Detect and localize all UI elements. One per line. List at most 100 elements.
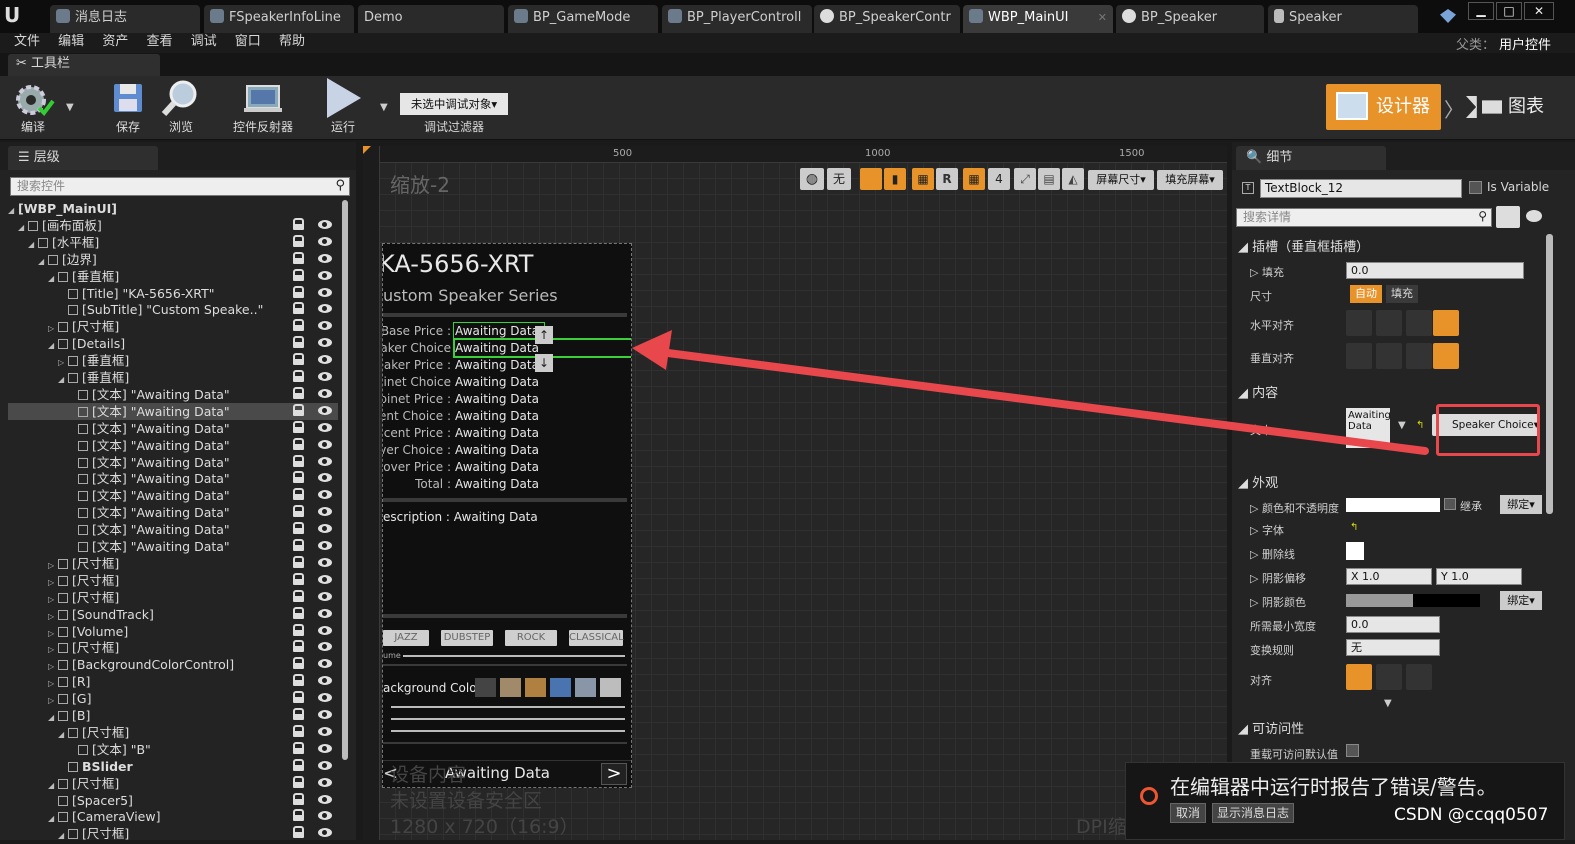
tree-row[interactable]: ▷ [尺寸框] xyxy=(8,318,338,335)
lock-icon[interactable] xyxy=(293,522,304,535)
lock-icon[interactable] xyxy=(293,285,304,298)
menu-file[interactable]: 文件 xyxy=(14,34,40,49)
widget-name-field[interactable]: TextBlock_12 xyxy=(1260,179,1462,198)
visibility-eye-icon[interactable] xyxy=(318,693,332,703)
visibility-eye-icon[interactable] xyxy=(318,473,332,483)
tree-row[interactable]: ◢ [垂直框] xyxy=(8,369,338,386)
size-fill-button[interactable]: 填充 xyxy=(1386,285,1418,303)
tree-row[interactable]: [文本] "Awaiting Data" xyxy=(8,487,338,504)
lock-icon[interactable] xyxy=(293,758,304,771)
lock-icon[interactable] xyxy=(293,251,304,264)
tree-row[interactable]: ▷ [尺寸框] xyxy=(8,572,338,589)
lock-icon[interactable] xyxy=(293,420,304,433)
designer-mode-button[interactable]: 设计器 xyxy=(1326,84,1441,130)
lock-icon[interactable] xyxy=(293,724,304,737)
tab-demo[interactable]: Demo xyxy=(358,5,504,33)
run-options-chevron-icon[interactable]: ▼ xyxy=(380,102,388,113)
lock-icon[interactable]: ▮ xyxy=(884,168,906,190)
lock-icon[interactable] xyxy=(293,775,304,788)
lock-icon[interactable] xyxy=(293,691,304,704)
expand-more-chevron-icon[interactable]: ▼ xyxy=(1384,698,1392,709)
menu-asset[interactable]: 资产 xyxy=(102,34,128,49)
lock-icon[interactable] xyxy=(293,471,304,484)
visibility-eye-icon[interactable] xyxy=(318,422,332,432)
lock-icon[interactable] xyxy=(293,217,304,230)
lock-icon[interactable] xyxy=(293,606,304,619)
close-window-button[interactable]: ✕ xyxy=(1524,2,1554,20)
justify-left-icon[interactable] xyxy=(1346,664,1372,690)
visibility-eye-icon[interactable] xyxy=(318,777,332,787)
visibility-eye-icon[interactable] xyxy=(318,676,332,686)
visibility-eye-icon[interactable] xyxy=(318,304,332,314)
tab-bp-gamemode[interactable]: BP_GameMode xyxy=(508,5,658,33)
details-tab[interactable]: 🔍 细节 xyxy=(1236,146,1386,170)
lock-icon[interactable] xyxy=(293,268,304,281)
justify-center-icon[interactable] xyxy=(1376,664,1402,690)
tree-row[interactable]: ◢ [画布面板] xyxy=(8,217,338,234)
lock-icon[interactable] xyxy=(293,336,304,349)
tree-row[interactable]: BSlider xyxy=(8,758,338,775)
lock-icon[interactable] xyxy=(293,792,304,805)
tab-bp-playercontroller[interactable]: BP_PlayerControll xyxy=(662,5,812,33)
shadow-color-swatch[interactable] xyxy=(1346,594,1480,607)
lock-icon[interactable] xyxy=(293,826,304,839)
color-swatch-button[interactable] xyxy=(500,678,521,697)
tree-row[interactable]: [文本] "B" xyxy=(8,741,338,758)
hierarchy-search-input[interactable]: 搜索控件 ⚲ xyxy=(10,177,350,196)
transform-dropdown[interactable]: 无 xyxy=(1346,639,1440,656)
tree-row[interactable]: [SubTitle] "Custom Speake.." xyxy=(8,301,338,318)
view-options-eye-icon[interactable] xyxy=(1526,210,1542,222)
visibility-eye-icon[interactable] xyxy=(318,591,332,601)
graph-mode-button[interactable]: 图表 xyxy=(1462,86,1562,128)
details-scrollbar[interactable] xyxy=(1546,234,1553,514)
lock-icon[interactable] xyxy=(293,741,304,754)
lock-icon[interactable] xyxy=(293,674,304,687)
debug-object-select[interactable]: 未选中调试对象▾ xyxy=(400,93,508,115)
color-swatch[interactable] xyxy=(1346,498,1440,512)
lock-icon[interactable] xyxy=(293,386,304,399)
tree-row[interactable]: [Spacer5] xyxy=(8,792,338,809)
tree-row[interactable]: ▷ [尺寸框] xyxy=(8,555,338,572)
next-arrow-button[interactable]: > xyxy=(601,763,627,785)
image-icon[interactable]: ▤ xyxy=(1038,168,1060,190)
tree-row[interactable]: [文本] "Awaiting Data" xyxy=(8,521,338,538)
expand-arrow-icon[interactable]: ◢ xyxy=(58,827,68,844)
visibility-eye-icon[interactable] xyxy=(318,456,332,466)
lock-icon[interactable] xyxy=(293,370,304,382)
reset-arrow-icon[interactable]: ↰ xyxy=(1350,522,1358,533)
compile-options-chevron-icon[interactable]: ▼ xyxy=(66,102,74,113)
tree-row[interactable]: ◢ [Details] xyxy=(8,335,338,352)
menu-edit[interactable]: 编辑 xyxy=(58,34,84,49)
lock-icon[interactable] xyxy=(293,708,304,720)
outline-toggle-icon[interactable] xyxy=(860,168,882,190)
is-variable-checkbox[interactable] xyxy=(1469,181,1482,194)
b-slider[interactable] xyxy=(391,730,625,732)
pivot-icon[interactable]: ◭ xyxy=(1062,168,1084,190)
size-auto-button[interactable]: 自动 xyxy=(1350,285,1382,303)
details-search-input[interactable]: 搜索详情 ⚲ xyxy=(1236,208,1492,227)
visibility-eye-icon[interactable] xyxy=(318,405,332,415)
close-tab-icon[interactable]: ✕ xyxy=(1098,5,1107,31)
shadow-offset-y-field[interactable]: Y 1.0 xyxy=(1436,568,1522,585)
visibility-eye-icon[interactable] xyxy=(318,794,332,804)
g-slider[interactable] xyxy=(391,718,625,720)
visibility-eye-icon[interactable] xyxy=(318,608,332,618)
lock-icon[interactable] xyxy=(293,555,304,568)
browse-button[interactable]: 浏览 xyxy=(160,78,202,135)
lock-icon[interactable] xyxy=(293,572,304,585)
lock-icon[interactable] xyxy=(293,302,304,315)
visibility-eye-icon[interactable] xyxy=(318,372,332,381)
tree-row[interactable]: ◢ [WBP_MainUI] xyxy=(8,200,338,217)
tree-row[interactable]: [文本] "Awaiting Data" xyxy=(8,420,338,437)
localization-none-button[interactable]: 无 xyxy=(827,168,851,190)
tree-row[interactable]: ◢ [尺寸框] xyxy=(8,724,338,741)
tab-wbp-mainui[interactable]: WBP_MainUI ✕ xyxy=(963,5,1113,33)
visibility-eye-icon[interactable] xyxy=(318,726,332,736)
fill-screen-dropdown[interactable]: 填充屏幕▾ xyxy=(1157,170,1223,190)
visibility-eye-icon[interactable] xyxy=(318,557,332,567)
lock-icon[interactable] xyxy=(293,505,304,518)
tree-row[interactable]: ▷ [垂直框] xyxy=(8,352,338,369)
tree-row[interactable]: ▷ [R] xyxy=(8,673,338,690)
genre-button[interactable]: ROCK xyxy=(505,630,557,646)
visibility-eye-icon[interactable] xyxy=(318,270,332,280)
